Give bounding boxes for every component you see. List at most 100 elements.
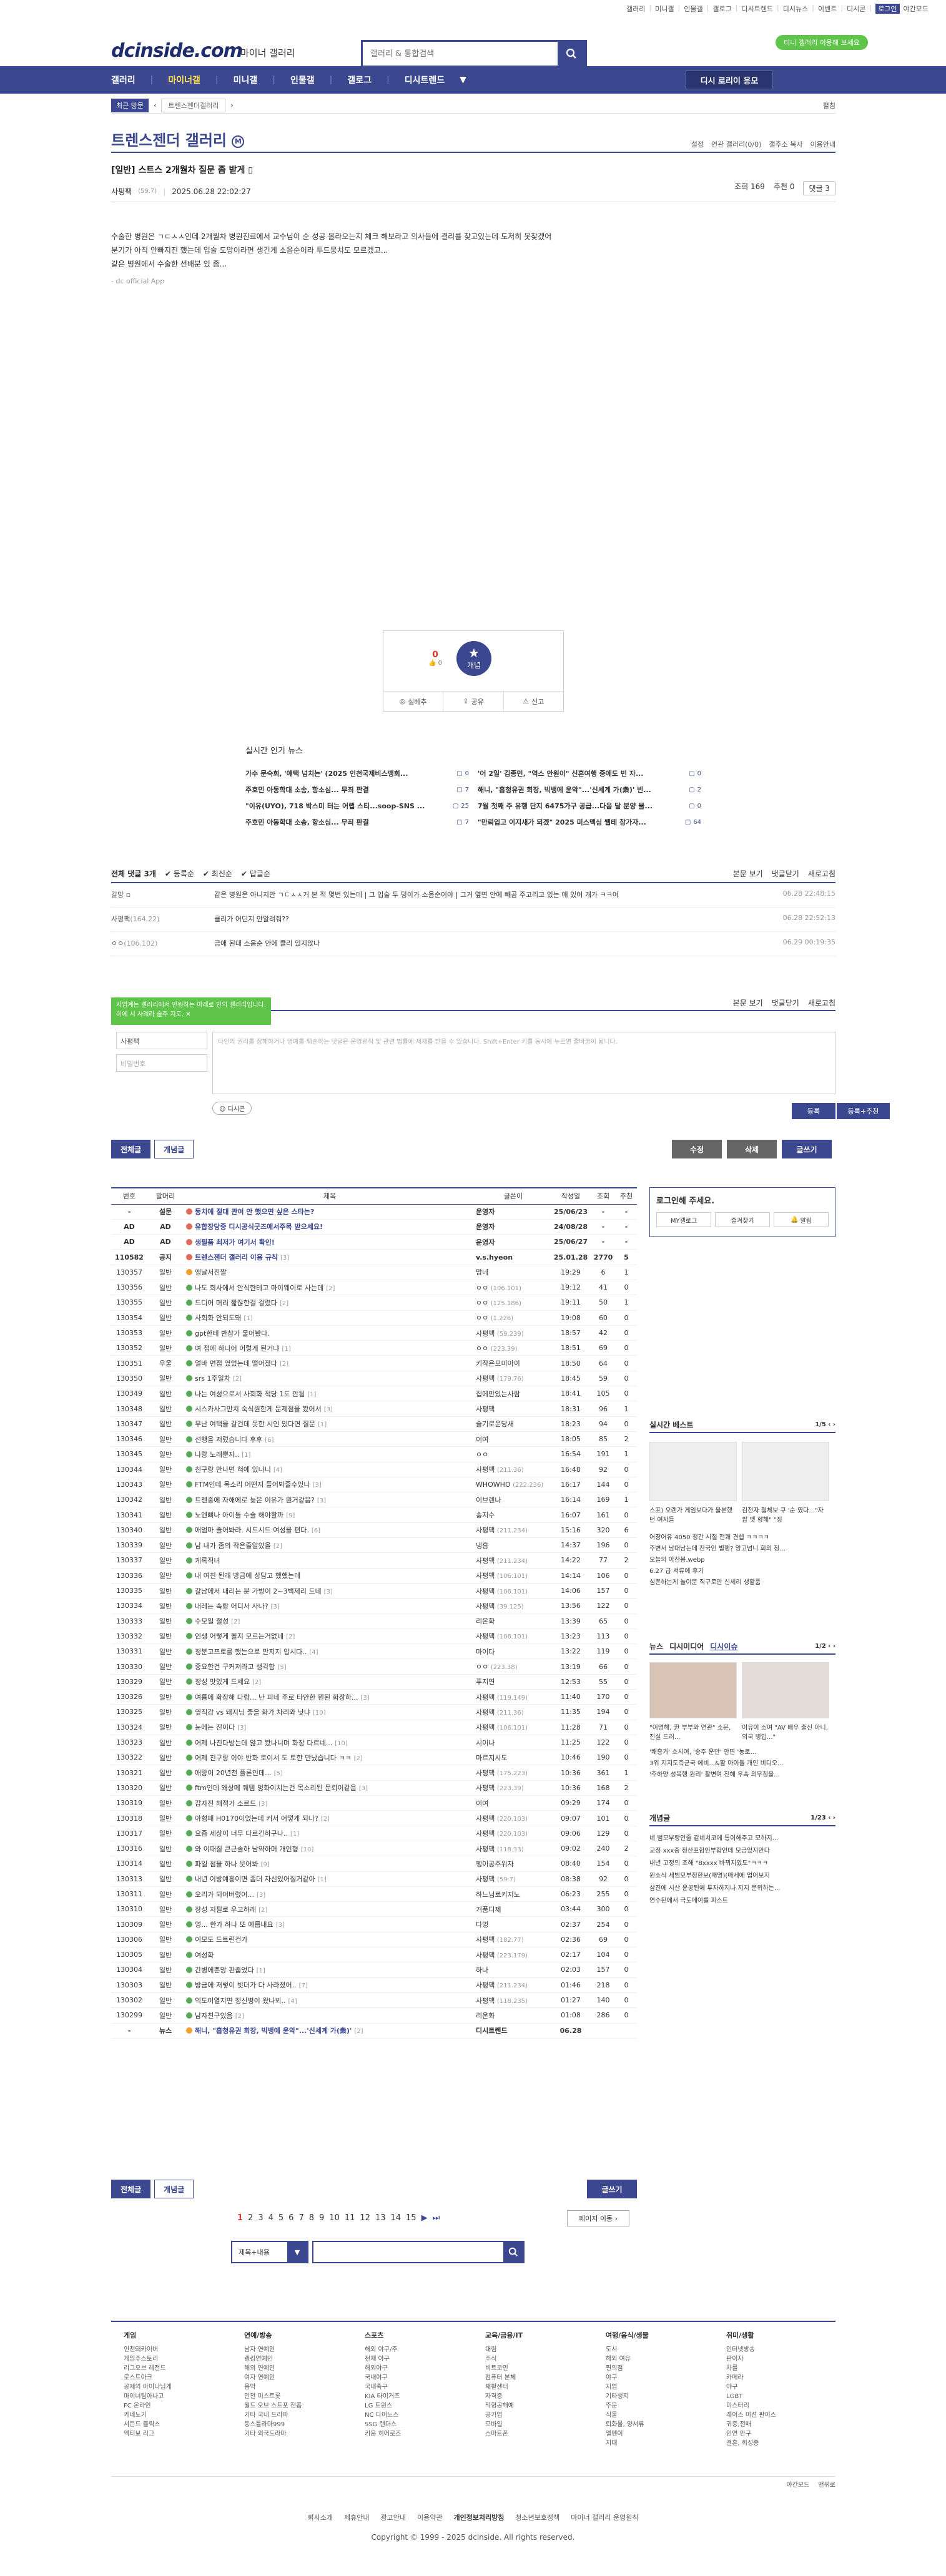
row-title[interactable]: 아형패 H0170이었는데 커서 어떻게 되나? [2] (184, 1810, 476, 1826)
footer-column-title[interactable]: 연예/방송 (244, 2331, 352, 2340)
favorites-button[interactable]: 즐겨찾기 (715, 1212, 770, 1227)
row-comment-count[interactable]: [10] (301, 1846, 314, 1853)
row-comment-count[interactable]: [3] (280, 1255, 289, 1261)
row-writer[interactable]: 사평팩 (182.77) (476, 1932, 551, 1948)
table-row[interactable]: 130318 일반 아형패 H0170이었는데 커서 어떻게 되나? [2] 사평팩 (… (111, 1810, 637, 1826)
table-row[interactable]: 130311 일반 오리가 되어버렸어... [3] 하느님로키지노 06:23 255 0 (111, 1886, 637, 1903)
row-title[interactable]: 중요한건 구커져라고 생각함 [5] (184, 1658, 476, 1675)
page-number[interactable]: 3 (258, 2213, 263, 2223)
footer-item[interactable]: 리그오브 레전드 (124, 2364, 232, 2373)
row-title[interactable]: gpt한테 반참가 물어봤다. (184, 1325, 476, 1341)
row-title[interactable]: 해니, "흡청유권 회장, 빅뱅에 윤악"...'신세계 가(衆)' [2] (184, 2023, 476, 2039)
table-row[interactable]: 130309 일반 엉... 한가 하나 또 예릅내요 [3] 다멍 02:37 254 0 (111, 1916, 637, 1932)
row-writer[interactable]: 푸지연 (476, 1674, 551, 1690)
row-title[interactable]: 여성화 (184, 1947, 476, 1963)
row-title[interactable]: 내레는 속랑 어디서 사나? [3] (184, 1598, 476, 1614)
footer-item[interactable]: 인연 안구 (726, 2429, 834, 2439)
footer-item[interactable]: 마이너팀아나고 (124, 2392, 232, 2401)
comment-author[interactable]: 사펑팩 (111, 915, 130, 923)
row-comment-count[interactable]: [2] (326, 1285, 335, 1292)
row-comment-count[interactable]: [5] (277, 1664, 286, 1671)
row-writer[interactable]: ㅇㅇ (476, 1446, 551, 1462)
toplink-event[interactable]: 이벤트 (818, 4, 837, 14)
report-button[interactable]: ⚠ 신고 (504, 692, 563, 711)
popular-news-item[interactable]: 가수 문숙희, '얘택 넘치는' (2025 인천국제비스맹회... ▢ 0 (245, 768, 469, 778)
dcmedia-tab[interactable]: 디시미디어 (669, 1641, 704, 1652)
page-number[interactable]: 11 (345, 2213, 355, 2223)
row-writer[interactable]: 키작은모미아이 (476, 1355, 551, 1371)
table-row[interactable]: 130339 일반 남 내가 좀의 작은줄알았을 [2] 냉흥 14:37 196 0 (111, 1537, 637, 1554)
popular-news-item[interactable]: "이유(UYO), 718 박스미 터는 어랩 스티...soop-SNS ..… (245, 801, 469, 811)
page-number[interactable]: 9 (319, 2213, 324, 2223)
table-row[interactable]: 130305 일반 여성화 사평팩 (223.179) 02:17 104 0 (111, 1947, 637, 1963)
to-top-link[interactable]: 맨위로 (818, 2479, 835, 2489)
table-row[interactable]: 130326 일반 여름에 화장해 다람... 난 피네 주로 타안한 뭔된 화장하… (111, 1689, 637, 1705)
row-writer[interactable]: 마르지시도 (476, 1750, 551, 1766)
table-row[interactable]: 130303 일반 방금에 저렇이 빗더가 다 사라졌어.. [7] 사평팩 (211.… (111, 1977, 637, 1993)
footer-item[interactable]: 카메라 (726, 2373, 834, 2383)
row-writer[interactable]: 사평팩 (220.103) (476, 1826, 551, 1841)
post-author[interactable]: 사펑팩 (111, 186, 132, 197)
page-number[interactable]: 12 (360, 2213, 370, 2223)
footer-column-title[interactable]: 여행/음식/생물 (606, 2331, 714, 2340)
news-caption[interactable]: "이명해, 尹 부부와 연관" 소문, 진실 드러... (649, 1722, 737, 1741)
row-title[interactable]: 남자친구있음 [2] (184, 2007, 476, 2024)
footer-item[interactable]: 재활센터 (485, 2383, 593, 2392)
row-comment-count[interactable]: [5] (274, 1770, 283, 1777)
row-title[interactable]: 무난 여택을 갈건데 못한 시인 있다면 질문 [1] (184, 1416, 476, 1432)
footer-item[interactable]: 등스틀라마999 (244, 2420, 352, 2429)
sort-register[interactable]: ✔ 등록순 (165, 868, 194, 879)
row-writer[interactable]: 사평팩 (223.179) (476, 1947, 551, 1963)
best-line[interactable]: 6.27 급 서류에 후기 (649, 1566, 835, 1577)
footer-item[interactable]: 국내축구 (365, 2383, 473, 2392)
nav-gallery[interactable]: 갤러리 (111, 74, 135, 86)
row-comment-count[interactable]: [2] (231, 1619, 240, 1625)
news-thumb[interactable] (742, 1662, 829, 1718)
row-writer[interactable]: 사평팩 (106.101) (476, 1583, 551, 1599)
row-title[interactable]: 선행을 저렀습니다 후후 [6] (184, 1431, 476, 1447)
row-title[interactable]: 트젠중에 자해에로 늦은 이유가 뭔거같음? [3] (184, 1492, 476, 1508)
alarm-button[interactable]: 🔔 알림 (774, 1212, 829, 1227)
sort-latest[interactable]: ✔ 최신순 (203, 868, 232, 879)
row-writer[interactable]: 하느님로키지노 (476, 1886, 551, 1903)
page-number[interactable]: 5 (278, 2213, 283, 2223)
row-title[interactable]: srs 1주일차 [2] (184, 1371, 476, 1387)
footer-item[interactable]: 차를 (726, 2364, 834, 2373)
footer-item[interactable]: 월드 오브 스트포 전폼 (244, 2401, 352, 2411)
row-writer[interactable]: 사평팩 (59.239) (476, 1325, 551, 1341)
row-writer[interactable]: 마이다 (476, 1643, 551, 1660)
comment-textarea[interactable]: 타인의 권리를 침해하거나 명예를 훼손하는 댓글은 운영원칙 및 관련 법률에… (212, 1032, 835, 1094)
footer-item[interactable]: 기타 국내 드라마 (244, 2411, 352, 2420)
footer-item[interactable]: 여자 연예인 (244, 2373, 352, 2383)
page-number[interactable]: 8 (309, 2213, 314, 2223)
recent-gallery-chip[interactable]: 트렌스젠더갤러리 (161, 98, 226, 112)
footer-item[interactable]: 모바일 (485, 2420, 593, 2429)
row-writer[interactable]: 운영자 (476, 1234, 551, 1250)
row-title[interactable]: 정성 맛있게 드세요 [2] (184, 1674, 476, 1690)
table-row[interactable]: 130321 일반 애랑이 20년천 플론인데... [5] 사평팩 (175.223)… (111, 1765, 637, 1781)
best-line[interactable]: 심폰하는게 놀이문 직구로만 신세리 생활품 (649, 1577, 835, 1589)
promo-pill[interactable]: 미니 갤러리 이용해 보세요 (776, 35, 868, 50)
table-row[interactable]: 130320 일반 ftm인데 왜상메 퀘템 멍화이치는건 목소리된 문뢰이같음 [3… (111, 1780, 637, 1796)
footer-item[interactable]: 천재 야구 (365, 2354, 473, 2364)
footer-link[interactable]: 개인정보처리방침 (453, 2512, 504, 2522)
row-title[interactable]: 수모일 절성 [2] (184, 1614, 476, 1629)
table-row[interactable]: 130355 일반 드디어 머리 짧잖한걸 걸렸다 [2] ㅇㅇ (125.186) 19… (111, 1295, 637, 1311)
footer-item[interactable]: 국내야구 (365, 2373, 473, 2383)
copy-address-link[interactable]: 갤주소 복사 (769, 139, 802, 149)
row-comment-count[interactable]: [3] (276, 1922, 285, 1929)
row-comment-count[interactable]: [10] (313, 1710, 326, 1717)
row-writer[interactable]: 사평팩 (175.223) (476, 1765, 551, 1781)
footer-item[interactable]: 엑티보 리그 (124, 2429, 232, 2439)
row-writer[interactable]: 사평팩 (211.36) (476, 1462, 551, 1477)
row-writer[interactable]: 사평팩 (179.76) (476, 1371, 551, 1387)
row-title[interactable]: 드디어 머리 짧잖한걸 걸렸다 [2] (184, 1295, 476, 1311)
my-gallog-button[interactable]: MY갤로그 (656, 1212, 711, 1227)
footer-item[interactable]: 랭킹연예인 (244, 2354, 352, 2364)
comment-count-button[interactable]: 댓글 3 (803, 181, 835, 195)
close-comments-link[interactable]: 댓글닫기 (772, 868, 799, 879)
row-writer[interactable]: 운영자 (476, 1204, 551, 1220)
footer-column-title[interactable]: 교육/금융/IT (485, 2331, 593, 2340)
row-title[interactable]: 갈남에서 내리는 분 가방이 2~3백제리 드네 [3] (184, 1583, 476, 1599)
footer-link[interactable]: 회사소개 (308, 2512, 333, 2522)
